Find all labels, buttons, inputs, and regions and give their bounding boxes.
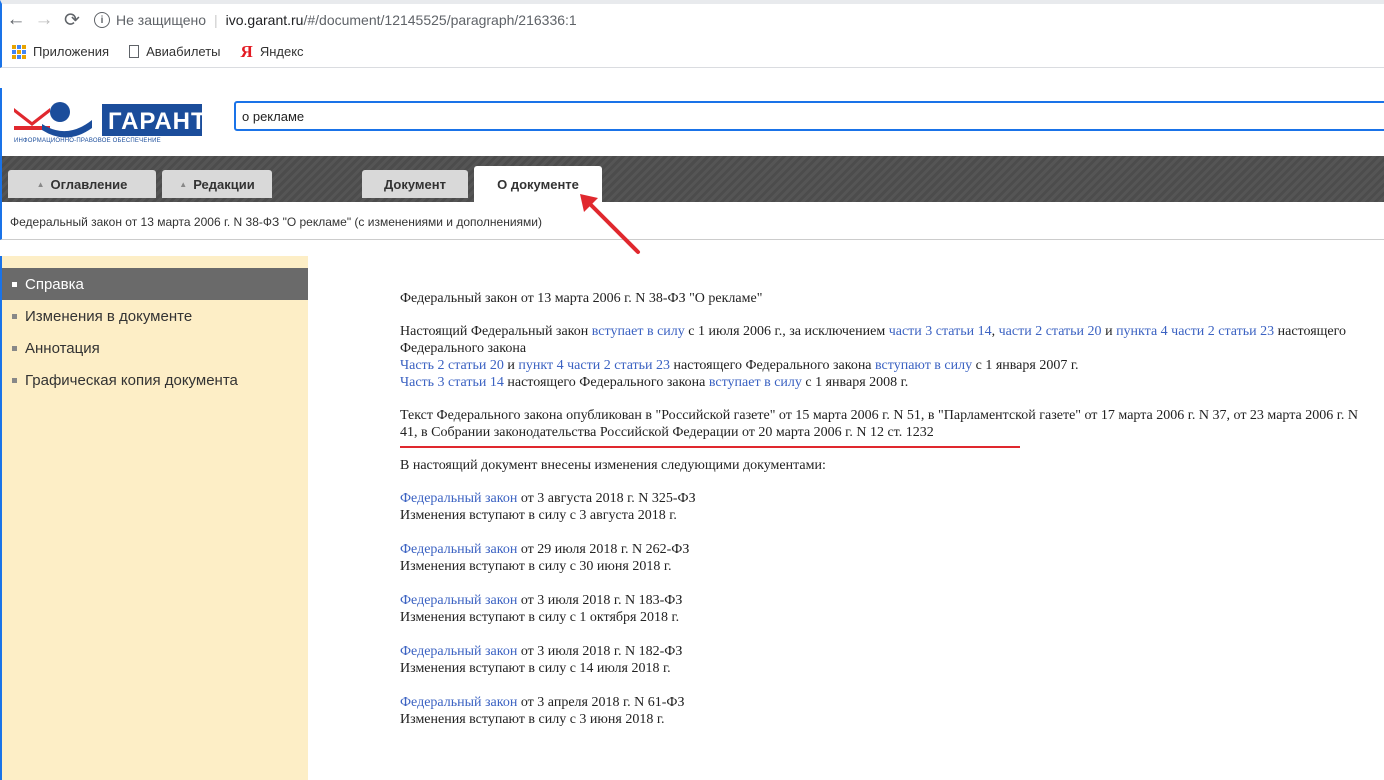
bookmark-label: Приложения <box>33 44 110 59</box>
change-law-link[interactable]: Федеральный закон <box>400 491 517 506</box>
change-effect: Изменения вступают в силу с 3 августа 20… <box>400 508 677 523</box>
change-law-details: от 3 июля 2018 г. N 183-ФЗ <box>517 593 683 608</box>
url-host: ivo.garant.ru <box>225 12 304 28</box>
document-title-line: Федеральный закон от 13 марта 2006 г. N … <box>0 202 1384 240</box>
change-law-details: от 29 июля 2018 г. N 262-ФЗ <box>517 542 690 557</box>
entry-into-force-2007: Часть 2 статьи 20 и пункт 4 части 2 стат… <box>400 357 1375 374</box>
entry-into-force-paragraph: Настоящий Федеральный закон вступает в с… <box>400 323 1375 357</box>
url-field[interactable]: i Не защищено | ivo.garant.ru/#/document… <box>94 6 577 34</box>
changes-intro: В настоящий документ внесены изменения с… <box>400 458 826 473</box>
text: настоящего Федерального закона <box>503 375 709 390</box>
link-vstupaet-v-silu[interactable]: вступает в силу <box>592 324 685 339</box>
tab-bar: ▲ Оглавление ▲ Редакции Документ О докум… <box>0 156 1384 202</box>
content-heading: Федеральный закон от 13 марта 2006 г. N … <box>400 291 763 306</box>
sidebar-item-graficheskaya-kopiya[interactable]: Графическая копия документа <box>2 364 308 396</box>
sidebar-item-label: Графическая копия документа <box>25 371 238 389</box>
change-law-link[interactable]: Федеральный закон <box>400 593 517 608</box>
list-item: Федеральный закон от 3 августа 2018 г. N… <box>400 490 1375 524</box>
tab-label: О документе <box>497 176 579 192</box>
publication-paragraph: Текст Федерального закона опубликован в … <box>400 408 1359 440</box>
bookmark-label: Яндекс <box>259 44 304 59</box>
link-vstupaet-v-silu-2008[interactable]: вступает в силу <box>709 375 802 390</box>
text: с 1 июля 2006 г., за исключением <box>684 324 889 339</box>
tab-redakcii[interactable]: ▲ Редакции <box>162 170 272 198</box>
entry-into-force-2008: Часть 3 статьи 14 настоящего Федеральног… <box>400 374 1375 391</box>
document-info-content: Федеральный закон от 13 марта 2006 г. N … <box>400 290 1375 745</box>
yandex-icon: Я <box>240 41 253 61</box>
tab-label: Документ <box>384 176 446 192</box>
list-item: Федеральный закон от 3 июля 2018 г. N 18… <box>400 592 1375 626</box>
tab-label: Редакции <box>193 176 255 192</box>
reload-button[interactable]: ⟳ <box>58 6 86 34</box>
bullet-icon <box>12 281 17 287</box>
tab-oglavlenie[interactable]: ▲ Оглавление <box>8 170 156 198</box>
sidebar: Справка Изменения в документе Аннотация … <box>0 256 308 780</box>
sidebar-item-label: Изменения в документе <box>25 307 193 325</box>
tab-dokument[interactable]: Документ <box>362 170 468 198</box>
garant-header: ГАРАНТ ИНФОРМАЦИОННО-ПРАВОВОЕ ОБЕСПЕЧЕНИ… <box>0 88 1384 156</box>
link-chasti-3-stati-14[interactable]: части 3 статьи 14 <box>889 324 992 339</box>
sidebar-item-spravka[interactable]: Справка <box>2 268 308 300</box>
text: Настоящий Федеральный закон <box>400 324 592 339</box>
bookmark-label: Авиабилеты <box>146 44 221 59</box>
change-law-link[interactable]: Федеральный закон <box>400 542 517 557</box>
bookmark-yandex[interactable]: Я Яндекс <box>241 42 304 62</box>
url-separator: | <box>214 12 218 28</box>
change-law-link[interactable]: Федеральный закон <box>400 695 517 710</box>
sidebar-item-izmeneniya[interactable]: Изменения в документе <box>2 300 308 332</box>
link-punkt-4-chasti-2-stati-23[interactable]: пункт 4 части 2 статьи 23 <box>518 358 670 373</box>
change-effect: Изменения вступают в силу с 1 октября 20… <box>400 610 680 625</box>
tab-label: Оглавление <box>50 176 128 192</box>
bookmarks-bar: Приложения Авиабилеты Я Яндекс <box>0 36 1384 68</box>
change-law-details: от 3 августа 2018 г. N 325-ФЗ <box>517 491 696 506</box>
bullet-icon <box>12 313 17 319</box>
annotation-underline <box>400 446 1020 448</box>
change-law-link[interactable]: Федеральный закон <box>400 644 517 659</box>
change-law-details: от 3 июля 2018 г. N 182-ФЗ <box>517 644 683 659</box>
sidebar-item-label: Аннотация <box>25 339 100 357</box>
text: и <box>1101 324 1117 339</box>
forward-button[interactable]: → <box>30 6 58 34</box>
link-vstupayut-v-silu[interactable]: вступают в силу <box>875 358 972 373</box>
link-chast-2-stati-20[interactable]: Часть 2 статьи 20 <box>400 358 504 373</box>
text: , <box>991 324 999 339</box>
apps-icon <box>12 44 26 59</box>
url-path: /#/document/12145525/paragraph/216336:1 <box>303 12 577 28</box>
bookmark-apps[interactable]: Приложения <box>12 44 109 59</box>
change-effect: Изменения вступают в силу с 3 июня 2018 … <box>400 712 665 727</box>
text: с 1 января 2008 г. <box>801 375 909 390</box>
bullet-icon <box>12 377 17 383</box>
change-effect: Изменения вступают в силу с 30 июня 2018… <box>400 559 672 574</box>
text: настоящего Федерального закона <box>670 358 876 373</box>
back-button[interactable]: ← <box>2 6 30 34</box>
bullet-icon <box>12 345 17 351</box>
bookmark-aviabilety[interactable]: Авиабилеты <box>129 44 221 59</box>
link-chast-3-stati-14[interactable]: Часть 3 статьи 14 <box>400 375 504 390</box>
change-effect: Изменения вступают в силу с 14 июля 2018… <box>400 661 671 676</box>
svg-text:ГАРАНТ: ГАРАНТ <box>108 108 207 135</box>
list-item: Федеральный закон от 3 апреля 2018 г. N … <box>400 694 1375 728</box>
link-punkta-4-chasti-2-stati-23[interactable]: пункта 4 части 2 статьи 23 <box>1116 324 1274 339</box>
tab-o-dokumente[interactable]: О документе <box>474 166 602 202</box>
browser-address-bar: ← → ⟳ i Не защищено | ivo.garant.ru/#/do… <box>0 0 1384 36</box>
link-chasti-2-stati-20[interactable]: части 2 статьи 20 <box>999 324 1102 339</box>
text: с 1 января 2007 г. <box>972 358 1079 373</box>
list-item: Федеральный закон от 3 июля 2018 г. N 18… <box>400 643 1375 677</box>
list-item: Федеральный закон от 29 июля 2018 г. N 2… <box>400 541 1375 575</box>
info-icon[interactable]: i <box>94 12 110 28</box>
security-label: Не защищено <box>116 12 206 28</box>
search-input[interactable] <box>234 101 1384 131</box>
sidebar-item-annotaciya[interactable]: Аннотация <box>2 332 308 364</box>
logo-subtitle: ИНФОРМАЦИОННО-ПРАВОВОЕ ОБЕСПЕЧЕНИЕ <box>14 138 161 144</box>
triangle-up-icon: ▲ <box>36 179 45 189</box>
text: и <box>503 358 519 373</box>
sidebar-item-label: Справка <box>25 275 84 293</box>
change-law-details: от 3 апреля 2018 г. N 61-ФЗ <box>517 695 685 710</box>
triangle-up-icon: ▲ <box>179 179 188 189</box>
doc-icon <box>129 45 140 58</box>
